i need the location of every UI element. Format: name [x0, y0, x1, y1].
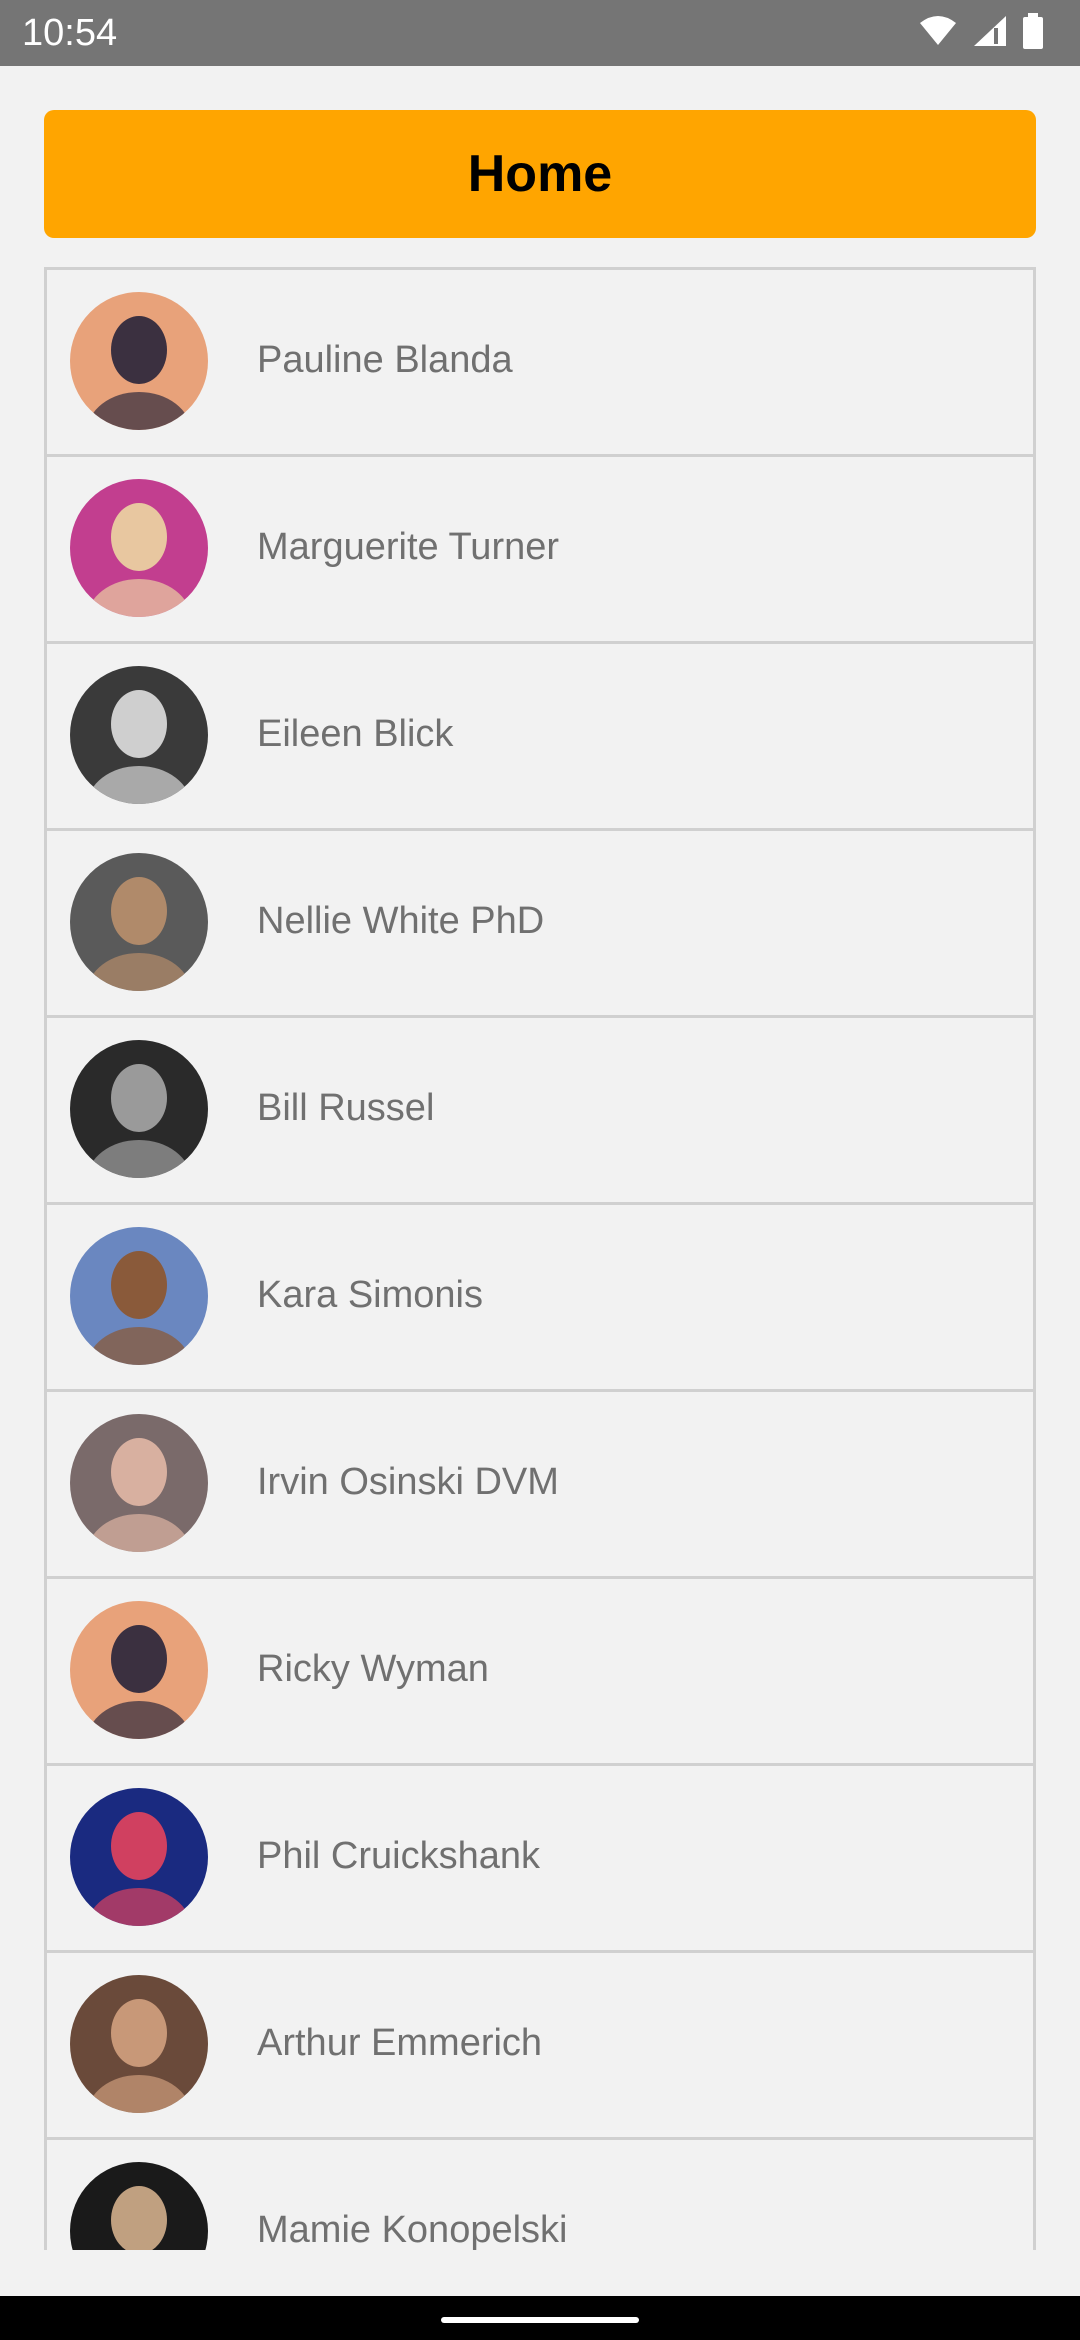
avatar	[70, 2162, 208, 2250]
home-indicator[interactable]	[441, 2317, 639, 2323]
avatar	[70, 1975, 208, 2113]
list-item[interactable]: Arthur Emmerich	[44, 1950, 1036, 2137]
avatar	[70, 666, 208, 804]
list-item[interactable]: Mamie Konopelski	[44, 2137, 1036, 2250]
home-button[interactable]: Home	[44, 110, 1036, 238]
avatar	[70, 1227, 208, 1365]
list-item[interactable]: Bill Russel	[44, 1015, 1036, 1202]
contact-name: Mamie Konopelski	[257, 2209, 568, 2250]
status-icons	[918, 12, 1044, 54]
contact-name: Ricky Wyman	[257, 1648, 489, 1690]
list-item[interactable]: Marguerite Turner	[44, 454, 1036, 641]
signal-icon	[972, 14, 1008, 53]
battery-icon	[1022, 12, 1044, 54]
contact-name: Marguerite Turner	[257, 526, 560, 568]
contact-name: Nellie White PhD	[257, 900, 545, 942]
contact-name: Pauline Blanda	[257, 339, 513, 381]
contact-list[interactable]: Pauline Blanda Marguerite Turner Eileen Bl…	[44, 267, 1036, 2250]
contact-name: Phil Cruickshank	[257, 1835, 540, 1877]
contact-name: Bill Russel	[257, 1087, 435, 1129]
avatar	[70, 1040, 208, 1178]
avatar	[70, 1601, 208, 1739]
list-item[interactable]: Irvin Osinski DVM	[44, 1389, 1036, 1576]
contact-name: Kara Simonis	[257, 1274, 483, 1316]
contact-name: Eileen Blick	[257, 713, 454, 755]
list-item[interactable]: Nellie White PhD	[44, 828, 1036, 1015]
list-item[interactable]: Pauline Blanda	[44, 267, 1036, 454]
list-item[interactable]: Ricky Wyman	[44, 1576, 1036, 1763]
status-time: 10:54	[22, 12, 118, 54]
list-item[interactable]: Phil Cruickshank	[44, 1763, 1036, 1950]
avatar	[70, 1788, 208, 1926]
avatar	[70, 1414, 208, 1552]
status-bar: 10:54	[0, 0, 1080, 66]
contact-name: Arthur Emmerich	[257, 2022, 543, 2064]
avatar	[70, 479, 208, 617]
contact-name: Irvin Osinski DVM	[257, 1461, 559, 1503]
avatar	[70, 853, 208, 991]
list-item[interactable]: Kara Simonis	[44, 1202, 1036, 1389]
avatar	[70, 292, 208, 430]
list-item[interactable]: Eileen Blick	[44, 641, 1036, 828]
wifi-icon	[918, 15, 958, 52]
